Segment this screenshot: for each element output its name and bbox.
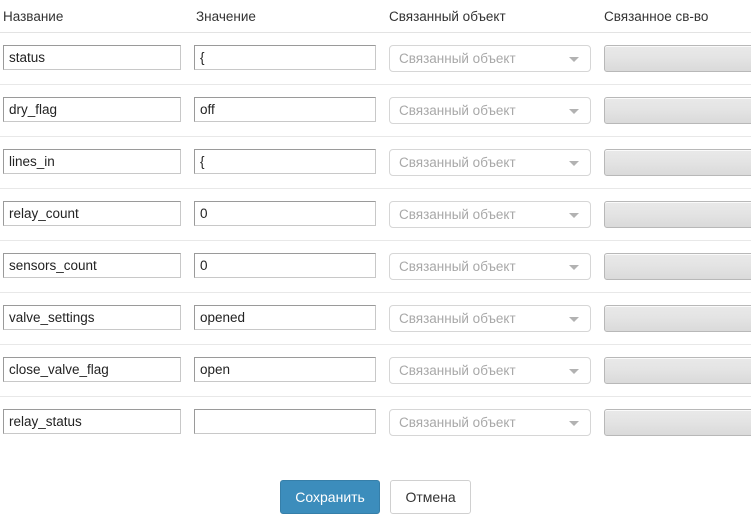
chevron-down-icon [569,57,579,62]
property-name-input[interactable] [3,149,181,174]
property-value-cell [194,253,376,278]
property-value-input[interactable] [194,45,376,70]
linked-object-cell: Связанный объект [389,305,591,332]
property-name-input[interactable] [3,45,181,70]
table-row: Связанный объект [0,189,751,241]
table-row: Связанный объект [0,33,751,85]
linked-property-cell [604,253,751,280]
linked-property-cell [604,149,751,176]
linked-property-cell [604,97,751,124]
linked-property-select-disabled [604,149,751,176]
property-name-input[interactable] [3,357,181,382]
linked-object-cell: Связанный объект [389,45,591,72]
property-name-input[interactable] [3,201,181,226]
linked-object-placeholder: Связанный объект [399,415,516,430]
chevron-down-icon [569,161,579,166]
table-row: Связанный объект [0,293,751,345]
property-value-cell [194,201,376,226]
linked-property-select-disabled [604,409,751,436]
column-header-value: Значение [196,9,256,24]
linked-object-placeholder: Связанный объект [399,363,516,378]
property-name-input[interactable] [3,305,181,330]
property-value-cell [194,409,376,434]
property-value-input[interactable] [194,409,376,434]
linked-object-placeholder: Связанный объект [399,259,516,274]
property-value-input[interactable] [194,97,376,122]
linked-object-select[interactable]: Связанный объект [389,357,591,384]
linked-property-select-disabled [604,253,751,280]
property-value-cell [194,357,376,382]
save-button[interactable]: Сохранить [280,480,380,514]
linked-property-select-disabled [604,305,751,332]
linked-object-select[interactable]: Связанный объект [389,149,591,176]
linked-property-cell [604,305,751,332]
chevron-down-icon [569,109,579,114]
properties-table-body: Связанный объект Связанный объект Связанны… [0,33,751,448]
column-header-linked-property: Связанное св-во [604,9,708,24]
linked-object-placeholder: Связанный объект [399,155,516,170]
linked-object-select[interactable]: Связанный объект [389,253,591,280]
form-actions: Сохранить Отмена [0,480,751,514]
property-name-cell [3,305,181,330]
table-header-row: Название Значение Связанный объект Связа… [0,0,751,33]
property-name-cell [3,45,181,70]
table-row: Связанный объект [0,345,751,397]
linked-property-cell [604,357,751,384]
linked-property-cell [604,45,751,72]
property-name-cell [3,357,181,382]
linked-object-cell: Связанный объект [389,97,591,124]
linked-property-select-disabled [604,97,751,124]
chevron-down-icon [569,213,579,218]
linked-object-cell: Связанный объект [389,201,591,228]
property-value-input[interactable] [194,149,376,174]
cancel-button[interactable]: Отмена [390,480,470,514]
linked-object-cell: Связанный объект [389,253,591,280]
column-header-linked-object: Связанный объект [389,9,506,24]
property-name-input[interactable] [3,409,181,434]
property-value-cell [194,149,376,174]
linked-object-placeholder: Связанный объект [399,207,516,222]
linked-object-select[interactable]: Связанный объект [389,97,591,124]
linked-object-placeholder: Связанный объект [399,311,516,326]
property-value-input[interactable] [194,253,376,278]
property-name-input[interactable] [3,253,181,278]
linked-object-select[interactable]: Связанный объект [389,201,591,228]
linked-property-select-disabled [604,357,751,384]
linked-property-select-disabled [604,201,751,228]
linked-object-select[interactable]: Связанный объект [389,409,591,436]
chevron-down-icon [569,317,579,322]
table-row: Связанный объект [0,241,751,293]
linked-object-cell: Связанный объект [389,149,591,176]
property-value-input[interactable] [194,305,376,330]
linked-object-select[interactable]: Связанный объект [389,305,591,332]
property-value-cell [194,97,376,122]
property-value-input[interactable] [194,201,376,226]
linked-object-placeholder: Связанный объект [399,103,516,118]
linked-property-cell [604,201,751,228]
linked-object-cell: Связанный объект [389,357,591,384]
linked-object-placeholder: Связанный объект [399,51,516,66]
property-name-cell [3,201,181,226]
linked-property-cell [604,409,751,436]
chevron-down-icon [569,421,579,426]
linked-object-select[interactable]: Связанный объект [389,45,591,72]
table-row: Связанный объект [0,137,751,189]
chevron-down-icon [569,369,579,374]
column-header-name: Название [3,9,63,24]
property-value-cell [194,45,376,70]
table-row: Связанный объект [0,85,751,137]
table-row: Связанный объект [0,397,751,448]
property-value-cell [194,305,376,330]
linked-property-select-disabled [604,45,751,72]
property-name-cell [3,409,181,434]
linked-object-cell: Связанный объект [389,409,591,436]
property-name-cell [3,149,181,174]
chevron-down-icon [569,265,579,270]
property-name-input[interactable] [3,97,181,122]
property-name-cell [3,97,181,122]
property-name-cell [3,253,181,278]
property-value-input[interactable] [194,357,376,382]
